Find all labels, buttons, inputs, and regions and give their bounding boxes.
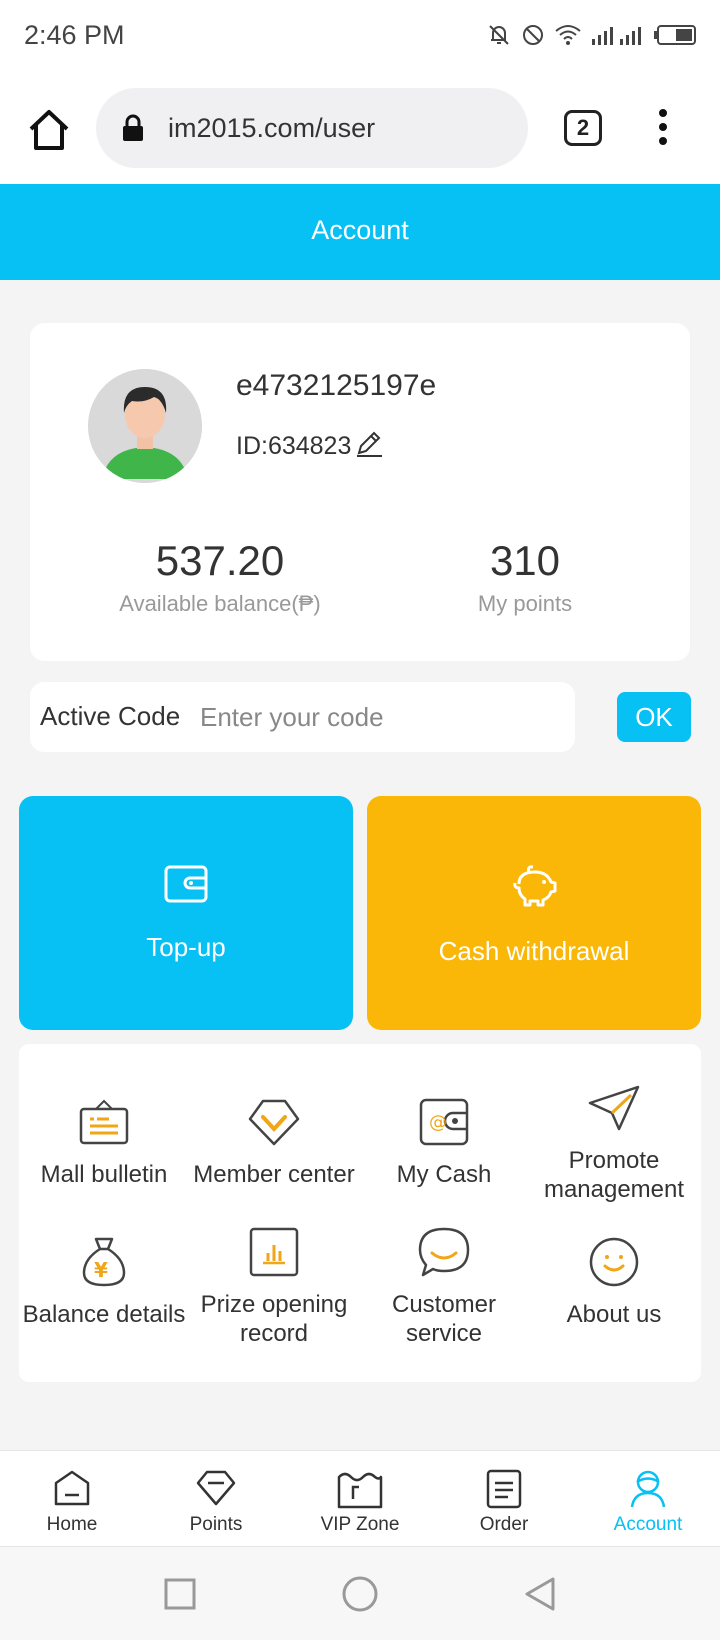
smile-icon <box>529 1232 699 1292</box>
service-grid: Mall bulletin Member center @ My Cash Pr… <box>19 1044 701 1382</box>
order-list-icon <box>432 1469 576 1509</box>
lock-icon <box>122 114 144 147</box>
grid-label: About us <box>566 1301 662 1328</box>
grid-item-mall-bulletin[interactable]: Mall bulletin <box>19 1092 189 1189</box>
address-bar[interactable]: im2015.com/user <box>96 88 528 168</box>
browser-home-button[interactable] <box>26 108 72 152</box>
browser-bar: im2015.com/user 2 <box>0 72 720 184</box>
bar-chart-icon <box>189 1222 359 1282</box>
grid-label: My Cash <box>396 1161 492 1188</box>
home-icon <box>0 1469 144 1507</box>
status-bar: 2:46 PM <box>0 0 720 72</box>
nav-item-order[interactable]: Order <box>432 1451 576 1547</box>
grid-item-customer-service[interactable]: Customer service <box>359 1222 529 1348</box>
circle-icon <box>342 1576 378 1612</box>
grid-item-balance-details[interactable]: ¥ Balance details <box>19 1232 189 1329</box>
grid-label: Member center <box>193 1161 355 1188</box>
page-header: Account <box>0 184 720 280</box>
nav-label: VIP Zone <box>320 1514 400 1535</box>
points-value: 310 <box>489 537 561 584</box>
avatar[interactable] <box>88 369 202 483</box>
paper-plane-icon <box>529 1078 699 1138</box>
topup-button[interactable]: Top-up <box>19 796 353 1030</box>
person-icon <box>576 1469 720 1509</box>
user-id: ID:634823 <box>236 432 352 460</box>
system-home-button[interactable] <box>337 1571 383 1617</box>
browser-menu-button[interactable] <box>652 108 674 148</box>
nav-label: Home <box>46 1514 98 1535</box>
avatar-person-icon <box>88 369 202 483</box>
nav-item-points[interactable]: Points <box>144 1451 288 1547</box>
nav-item-home[interactable]: Home <box>0 1451 144 1547</box>
back-button[interactable] <box>517 1571 563 1617</box>
money-bag-icon: ¥ <box>19 1232 189 1292</box>
piggy-bank-icon <box>367 864 701 908</box>
nav-label: Account <box>613 1514 683 1535</box>
grid-item-my-cash[interactable]: @ My Cash <box>359 1092 529 1189</box>
grid-label: Mall bulletin <box>40 1161 168 1188</box>
nav-label: Points <box>189 1514 243 1535</box>
more-vertical-icon <box>659 109 667 145</box>
active-code-input[interactable] <box>200 694 560 740</box>
balance-value: 537.20 <box>155 537 285 584</box>
svg-text:@: @ <box>429 1112 447 1133</box>
svg-text:¥: ¥ <box>94 1258 108 1282</box>
nav-label: Order <box>479 1514 529 1535</box>
tab-switcher-button[interactable]: 2 <box>564 110 602 146</box>
status-icons <box>486 22 698 48</box>
grid-item-promote-management[interactable]: Promote management <box>529 1078 699 1204</box>
balance-label: Available balance(₱) <box>119 591 321 616</box>
bulletin-icon <box>19 1092 189 1152</box>
do-not-disturb-icon <box>520 22 546 48</box>
wallet-icon: @ <box>359 1092 529 1152</box>
chat-bubble-icon <box>359 1222 529 1282</box>
page-title: Account <box>311 215 409 245</box>
recent-apps-button[interactable] <box>157 1571 203 1617</box>
grid-label: Prize opening record <box>200 1291 348 1347</box>
active-code-box: Active Code <box>30 682 575 752</box>
grid-item-about-us[interactable]: About us <box>529 1232 699 1329</box>
vip-gift-icon <box>288 1469 432 1509</box>
diamond-icon <box>189 1092 359 1152</box>
nav-item-account[interactable]: Account <box>576 1451 720 1547</box>
points-stat[interactable]: 310 My points <box>395 537 655 617</box>
wifi-icon <box>554 23 582 47</box>
home-icon <box>29 110 69 150</box>
cash-withdrawal-button[interactable]: Cash withdrawal <box>367 796 701 1030</box>
square-icon <box>164 1578 196 1610</box>
ok-button[interactable]: OK <box>617 692 691 742</box>
wallet-card-icon <box>19 864 353 904</box>
status-time: 2:46 PM <box>24 20 125 50</box>
active-code-label: Active Code <box>40 701 181 731</box>
grid-item-member-center[interactable]: Member center <box>189 1092 359 1189</box>
profile-card: e4732125197e ID:634823 537.20 Available … <box>30 323 690 661</box>
grid-item-prize-opening-record[interactable]: Prize opening record <box>189 1222 359 1348</box>
grid-label: Customer service <box>391 1291 497 1347</box>
url-text: im2015.com/user <box>168 113 376 143</box>
user-id-row: ID:634823 <box>236 429 383 464</box>
signal-icon <box>590 23 646 47</box>
edit-icon[interactable] <box>355 429 383 464</box>
system-nav-bar <box>0 1546 720 1640</box>
cash-withdrawal-label: Cash withdrawal <box>438 936 630 966</box>
points-label: My points <box>477 591 573 616</box>
balance-stat[interactable]: 537.20 Available balance(₱) <box>100 537 340 617</box>
back-triangle-icon <box>525 1577 555 1611</box>
username: e4732125197e <box>236 369 437 402</box>
notifications-off-icon <box>486 22 512 48</box>
bottom-nav: Home Points VIP Zone Order Account <box>0 1450 720 1546</box>
grid-label: Promote management <box>543 1147 685 1203</box>
battery-icon <box>654 23 698 47</box>
diamond-icon <box>144 1469 288 1507</box>
grid-label: Balance details <box>22 1301 186 1328</box>
topup-label: Top-up <box>146 932 226 962</box>
nav-item-vip-zone[interactable]: VIP Zone <box>288 1451 432 1547</box>
